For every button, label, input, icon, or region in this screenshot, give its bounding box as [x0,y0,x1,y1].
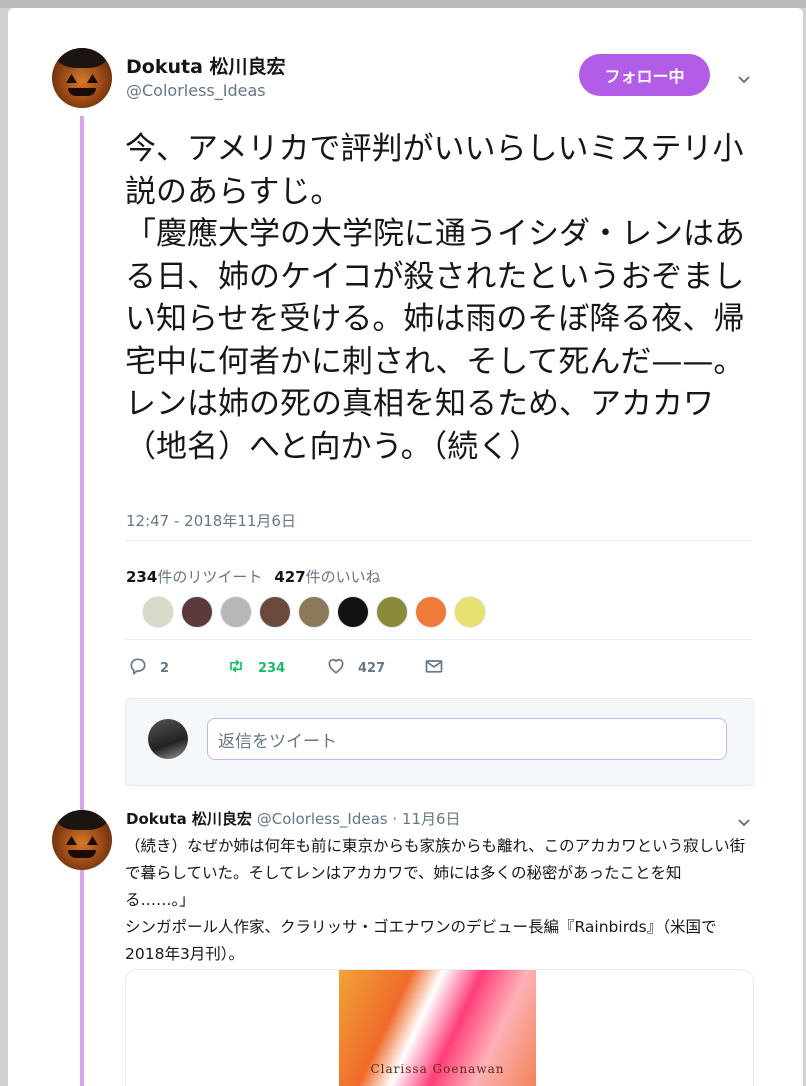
liker-avatar[interactable] [337,596,369,628]
like-action[interactable]: 427 [326,656,424,680]
liker-avatar[interactable] [376,596,408,628]
author-name[interactable]: Dokuta 松川良宏 [126,52,286,79]
divider [125,639,752,640]
current-user-avatar [148,719,188,759]
media-card[interactable]: Clarissa Goenawan [125,969,754,1086]
retweet-icon [226,656,246,680]
like-stat[interactable]: 427件のいいね [274,566,380,587]
liker-avatar[interactable] [142,596,174,628]
reply-tweet-text: （続き）なぜか姉は何年も前に東京からも家族からも離れ、このアカカワという寂しい街… [125,837,746,963]
direct-message-action[interactable] [424,656,444,680]
author-handle[interactable]: @Colorless_Ideas [126,81,266,100]
reply-tweet-header: Dokuta 松川良宏 @Colorless_Ideas · 11月6日 [126,808,461,829]
liker-avatar[interactable] [298,596,330,628]
reply-icon [128,656,148,680]
liker-avatar[interactable] [181,596,213,628]
liker-avatar[interactable] [259,596,291,628]
tweet-modal: Dokuta 松川良宏 @Colorless_Ideas フォロー中 今、アメリ… [8,8,803,1086]
author-handle[interactable]: @Colorless_Ideas [257,810,388,828]
window-top-strip [0,0,806,8]
liker-avatar[interactable] [454,596,486,628]
reply-composer: 返信をツイート [125,698,754,786]
divider [125,540,752,541]
heart-icon [326,656,346,680]
liker-avatar[interactable] [415,596,447,628]
likers-avatars [142,596,486,628]
author-name[interactable]: Dokuta 松川良宏 [126,810,252,828]
chevron-down-icon[interactable] [736,71,752,91]
engagement-stats: 234件のリツイート 427件のいいね [126,566,381,587]
author-avatar[interactable] [52,48,112,108]
book-cover-author: Clarissa Goenawan [370,1062,505,1076]
book-cover-image: Clarissa Goenawan [339,970,536,1086]
retweet-stat[interactable]: 234件のリツイート [126,566,262,587]
tweet-text: 今、アメリカで評判がいいらしいミステリ小説のあらすじ。 「慶應大学の大学院に通う… [125,131,745,465]
chevron-down-icon[interactable] [736,814,752,834]
tweet-date[interactable]: · 11月6日 [392,810,460,828]
following-button[interactable]: フォロー中 [579,54,710,96]
author-avatar[interactable] [52,810,112,870]
tweet-timestamp[interactable]: 12:47 - 2018年11月6日 [126,510,296,531]
envelope-icon [424,656,444,680]
thread-line [80,870,84,1086]
reply-action[interactable]: 2 [128,656,226,680]
liker-avatar[interactable] [220,596,252,628]
reply-input[interactable]: 返信をツイート [207,718,727,760]
tweet-actions: 2 234 427 [128,656,444,680]
retweet-action[interactable]: 234 [226,656,326,680]
